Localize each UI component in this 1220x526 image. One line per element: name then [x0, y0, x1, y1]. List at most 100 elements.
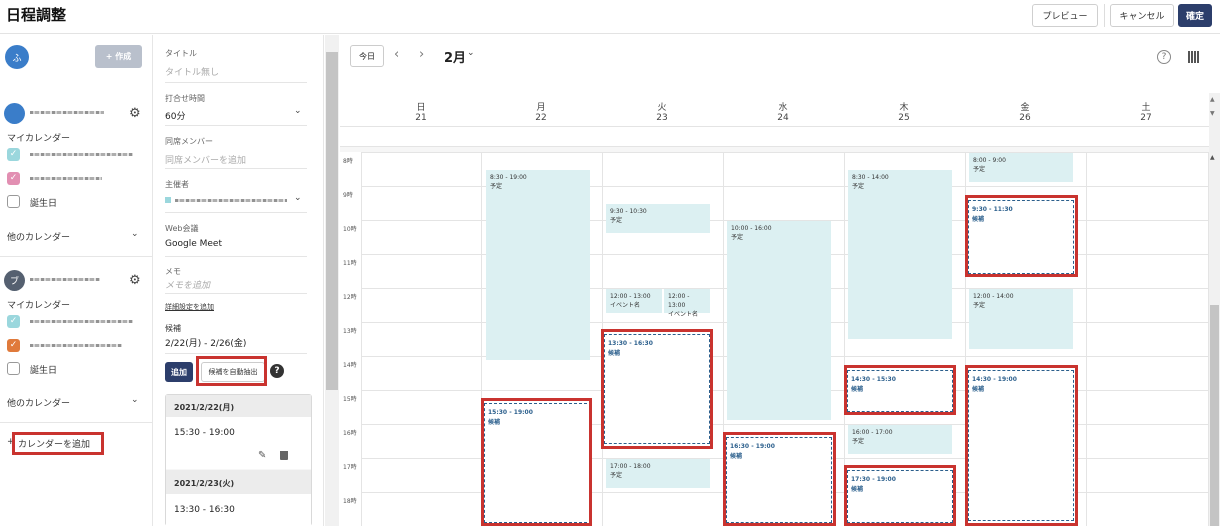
- organizer-select[interactable]: [175, 199, 287, 202]
- event-time: 12:00 - 13:00: [668, 293, 690, 309]
- day-number: 27: [1140, 113, 1152, 123]
- chevron-down-icon[interactable]: ⌄: [131, 395, 139, 405]
- page-title: 日程調整: [6, 6, 67, 24]
- cancel-button[interactable]: キャンセル: [1110, 4, 1174, 27]
- divider: [165, 125, 307, 126]
- divider: [0, 256, 153, 257]
- event-time: 9:30 - 10:30: [610, 208, 647, 215]
- gear-icon[interactable]: ⚙: [129, 106, 141, 121]
- detail-settings-link[interactable]: 詳細設定を追加: [165, 302, 214, 312]
- web-value[interactable]: Google Meet: [165, 239, 222, 249]
- calendar-event[interactable]: 9:30 - 10:30 予定: [606, 204, 710, 233]
- divider: [340, 126, 1209, 127]
- candidate-date: 2021/2/23(火): [174, 479, 235, 488]
- hour-label: 10時: [343, 226, 357, 233]
- chevron-down-icon[interactable]: ⌄: [294, 193, 302, 203]
- today-button[interactable]: 今日: [350, 45, 384, 67]
- divider: [1104, 4, 1105, 27]
- account2-avatar: ブ: [4, 270, 25, 291]
- chevron-down-icon[interactable]: ⌄: [467, 48, 475, 58]
- prev-button[interactable]: ‹: [394, 47, 399, 62]
- day-name: 木: [899, 103, 909, 113]
- day-name: 金: [1020, 103, 1030, 113]
- help-icon[interactable]: ?: [270, 364, 284, 378]
- memo-input[interactable]: メモを追加: [165, 278, 210, 291]
- day-number: 24: [777, 113, 789, 123]
- members-input[interactable]: 同席メンバーを追加: [165, 153, 246, 166]
- highlight-box: [481, 398, 592, 526]
- duration-label: 打合せ時間: [165, 94, 205, 103]
- day-number: 25: [898, 113, 910, 123]
- highlight-box: [723, 432, 836, 526]
- scrollbar-thumb[interactable]: [326, 52, 338, 390]
- columns-icon[interactable]: [1188, 51, 1200, 63]
- create-button[interactable]: + 作成: [95, 45, 142, 68]
- highlight-box: [965, 365, 1078, 526]
- event-title: 予定: [731, 234, 744, 241]
- event-title: 予定: [610, 472, 623, 479]
- calendar-event[interactable]: 12:00 - 13:00 イベント名: [606, 289, 662, 313]
- highlight-box: [196, 356, 267, 386]
- day-number: 21: [415, 113, 427, 123]
- hour-label: 16時: [343, 430, 357, 437]
- month-label[interactable]: 2月: [444, 47, 466, 66]
- calendar-event[interactable]: 10:00 - 16:00 予定: [727, 221, 831, 420]
- hour-line: [361, 152, 1209, 153]
- duration-select[interactable]: 60分: [165, 109, 185, 122]
- highlight-box: [844, 465, 956, 526]
- hour-label: 13時: [343, 328, 357, 335]
- calendar-name: [30, 320, 133, 323]
- day-number: 26: [1019, 113, 1031, 123]
- divider: [165, 212, 307, 213]
- candidate-time: 15:30 - 19:00: [174, 428, 235, 438]
- divider: [165, 256, 307, 257]
- pencil-icon[interactable]: ✎: [258, 450, 266, 461]
- calendar-event[interactable]: 8:00 - 9:00 予定: [969, 153, 1073, 182]
- candidate-date: 2021/2/22(月): [174, 403, 235, 412]
- event-time: 8:00 - 9:00: [973, 157, 1006, 164]
- hour-label: 15時: [343, 396, 357, 403]
- calendar-checkbox[interactable]: ✓: [7, 148, 20, 161]
- confirm-button[interactable]: 確定: [1178, 4, 1212, 27]
- chevron-down-icon[interactable]: ⌄: [294, 106, 302, 116]
- title-input[interactable]: タイトル無し: [165, 65, 219, 78]
- birthday-checkbox[interactable]: [7, 195, 20, 208]
- event-title: 予定: [973, 302, 986, 309]
- preview-button[interactable]: プレビュー: [1032, 4, 1098, 27]
- calendar-event[interactable]: 17:00 - 18:00 予定: [606, 459, 710, 488]
- calendar-checkbox[interactable]: ✓: [7, 315, 20, 328]
- calendar-event[interactable]: 8:30 - 14:00 予定: [848, 170, 952, 339]
- gear-icon[interactable]: ⚙: [129, 273, 141, 288]
- calendar-event[interactable]: 12:00 - 14:00 予定: [969, 289, 1073, 349]
- user-avatar[interactable]: ふ: [5, 45, 29, 69]
- event-title: 予定: [852, 438, 865, 445]
- hour-label: 18時: [343, 498, 357, 505]
- candidate-item: [166, 417, 311, 469]
- add-candidate-button[interactable]: 追加: [165, 362, 193, 382]
- hour-label: 9時: [343, 192, 353, 199]
- scroll-up-icon[interactable]: ▲: [1210, 96, 1215, 103]
- day-column-line: [361, 152, 362, 526]
- scrollbar-thumb[interactable]: [1210, 305, 1219, 526]
- trash-icon[interactable]: [280, 451, 288, 460]
- calendar-event[interactable]: 8:30 - 19:00 予定: [486, 170, 590, 360]
- event-time: 16:00 - 17:00: [852, 429, 893, 436]
- calendar-event[interactable]: 16:00 - 17:00 予定: [848, 425, 952, 454]
- divider: [165, 82, 307, 83]
- calendar-checkbox[interactable]: ✓: [7, 172, 20, 185]
- day-name: 水: [778, 103, 788, 113]
- other-calendars[interactable]: 他のカレンダー: [7, 230, 70, 243]
- other-calendars[interactable]: 他のカレンダー: [7, 396, 70, 409]
- event-time: 12:00 - 13:00: [610, 293, 651, 300]
- scroll-up-icon[interactable]: ▲: [1210, 154, 1215, 161]
- calendar-event[interactable]: 12:00 - 13:00 イベント名: [664, 289, 710, 318]
- chevron-down-icon[interactable]: ⌄: [131, 229, 139, 239]
- organizer-label: 主催者: [165, 180, 189, 189]
- birthday-checkbox[interactable]: [7, 362, 20, 375]
- candidates-range: 2/22(月) - 2/26(金): [165, 339, 247, 349]
- scroll-down-icon[interactable]: ▼: [1210, 110, 1215, 117]
- help-icon[interactable]: ?: [1157, 50, 1171, 64]
- next-button[interactable]: ›: [419, 47, 424, 62]
- highlight-box: [965, 195, 1078, 277]
- calendar-checkbox[interactable]: ✓: [7, 339, 20, 352]
